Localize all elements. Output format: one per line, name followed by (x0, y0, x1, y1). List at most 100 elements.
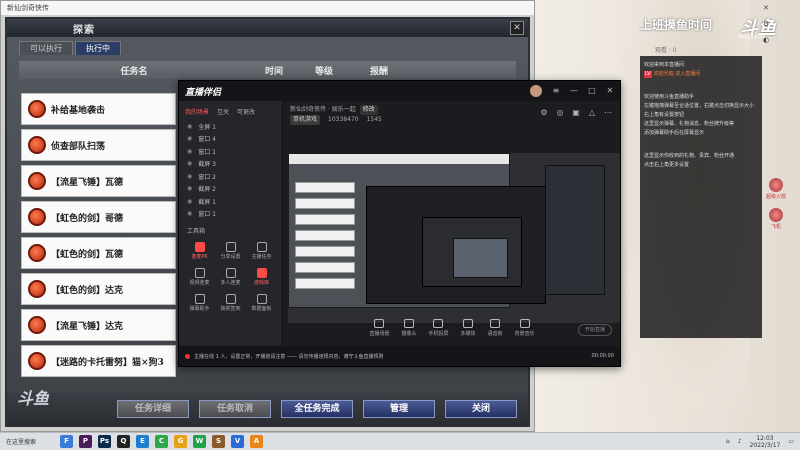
scene-item[interactable]: ◉ 截屏 2 (179, 183, 282, 196)
douyu-watermark: 斗鱼 (17, 389, 50, 408)
network-icon[interactable]: ⌂ (726, 438, 730, 445)
control-label: 语音房 (487, 331, 503, 337)
edit-room-button[interactable]: 修改 (359, 105, 378, 115)
volume-icon[interactable]: ♪ (738, 438, 742, 445)
complete-all-button[interactable]: 全任务完成 (281, 400, 353, 418)
scene-item[interactable]: ◉ 截屏 1 (179, 195, 282, 208)
minimize-icon[interactable]: — (570, 87, 578, 95)
close-button[interactable]: 关闭 (445, 400, 517, 418)
gift-label: 超级火箭 (765, 194, 786, 200)
tool-danmaku-button[interactable]: 弹幕助手 (185, 291, 214, 315)
voice-room-button[interactable]: 语音房 (488, 319, 503, 337)
task-row[interactable]: 【流星飞锤】瓦德 (21, 165, 176, 197)
taskbar-search[interactable]: 在这里搜索 (0, 437, 52, 446)
tool-game-library-button[interactable]: 游戏库 (247, 265, 276, 289)
settings-icon[interactable]: ⚙ (540, 109, 548, 117)
stream-main-area: 新仙剑奇侠传 · 娱乐一起 修改 单机游戏 10338470 1545 ⚙ ◎ ▣… (284, 101, 620, 346)
tool-tasks-button[interactable]: 主播任务 (247, 239, 276, 263)
taskbar-app-icon[interactable]: G (174, 435, 187, 448)
phone-cast-button[interactable]: 手机投屏 (428, 319, 449, 337)
monitor-icon (374, 319, 385, 328)
tool-data-button[interactable]: 数据面板 (247, 291, 276, 315)
close-icon[interactable]: ✕ (763, 4, 769, 12)
eye-icon[interactable]: ◉ (187, 148, 192, 155)
task-row[interactable]: 【虹色的剑】哥德 (21, 201, 176, 233)
close-icon[interactable]: ✕ (606, 87, 614, 95)
scene-item[interactable]: ◉ 窗口 4 (179, 133, 282, 146)
go-live-button[interactable]: 开始直播 (578, 324, 612, 336)
task-name: 【流星飞锤】瓦德 (51, 177, 124, 188)
tool-share-button[interactable]: 分享设置 (216, 239, 245, 263)
media-button[interactable]: 多媒体 (461, 319, 476, 337)
task-name: 【迷路的卡托雷努】猫×狗3 (51, 357, 164, 368)
bell-icon[interactable]: △ (588, 109, 596, 117)
eye-icon[interactable]: ◉ (187, 210, 192, 217)
task-row[interactable]: 【虹色的剑】瓦德 (21, 237, 176, 269)
scene-item[interactable]: ◉ 全屏 1 (179, 120, 282, 133)
task-name: 【虹色的剑】达克 (51, 285, 124, 296)
taskbar-app-icon[interactable]: V (231, 435, 244, 448)
taskbar-app-icon[interactable]: S (212, 435, 225, 448)
task-name: 【流星飞锤】达克 (51, 321, 124, 332)
scene-item[interactable]: ◉ 窗口 1 (179, 145, 282, 158)
eye-icon[interactable]: ◉ (187, 185, 192, 192)
taskbar-app-icon[interactable]: C (155, 435, 168, 448)
scene-item[interactable]: ◉ 截屏 3 (179, 158, 282, 171)
task-cancel-button[interactable]: 任务取消 (199, 400, 271, 418)
scene-item[interactable]: ◉ 窗口 1 (179, 208, 282, 221)
task-row[interactable]: 【迷路的卡托雷努】猫×狗3 (21, 345, 176, 377)
eye-icon[interactable]: ◉ (187, 198, 192, 205)
task-row[interactable]: 【虹色的剑】达克 (21, 273, 176, 305)
task-detail-button[interactable]: 任务详细 (117, 400, 189, 418)
task-emblem-icon (28, 244, 46, 262)
eye-icon[interactable]: ◉ (187, 123, 192, 130)
settings-icon[interactable]: ⚙ (763, 20, 769, 28)
tab-in-progress[interactable]: 执行中 (75, 41, 121, 55)
chat-line: 右上角有设置按钮 (644, 112, 685, 118)
taskbar-app-icon[interactable]: Q (117, 435, 130, 448)
taskbar-app-icon[interactable]: W (193, 435, 206, 448)
danmaku-panel[interactable]: 欢迎来到本直播间 LV 欢迎光临 进入直播间 欢迎使用斗鱼直播助手 左键拖拽弹幕至… (640, 56, 762, 338)
taskbar-app-icon[interactable]: F (60, 435, 73, 448)
eye-icon[interactable]: ◉ (187, 173, 192, 180)
stream-preview[interactable] (288, 153, 620, 323)
clock[interactable]: 12:03 2022/3/17 (750, 435, 781, 449)
taskbar-app-icon[interactable]: P (79, 435, 92, 448)
maximize-icon[interactable]: □ (588, 87, 596, 95)
tool-multi-link-button[interactable]: 多人连麦 (216, 265, 245, 289)
tab-executable[interactable]: 可以执行 (19, 41, 73, 55)
notification-icon[interactable]: ▭ (788, 438, 794, 445)
tab-my-scenes[interactable]: 我的场景 (185, 107, 209, 116)
tool-pk-button[interactable]: 连麦PK (185, 239, 214, 263)
video-icon (194, 268, 205, 278)
camera-icon[interactable]: ◎ (556, 109, 564, 117)
streaming-app-window[interactable]: 直播伴侣 ≡ — □ ✕ 我的场景 互关 可更改 ◉ 全屏 1 ◉ 窗口 4 ◉ 窗口… (178, 80, 621, 367)
tab-editable[interactable]: 可更改 (237, 107, 255, 116)
taskbar-app-icon[interactable]: E (136, 435, 149, 448)
manage-button[interactable]: 管理 (363, 400, 435, 418)
tool-lottery-button[interactable]: 抽奖签到 (216, 291, 245, 315)
scene-button[interactable]: 直播场景 (369, 319, 389, 337)
tab-mutual[interactable]: 互关 (217, 107, 229, 116)
game-window-titlebar[interactable]: 新仙剑奇侠传 (1, 1, 534, 15)
task-row[interactable]: 补给基地袭击 (21, 93, 176, 125)
taskbar-app-icon[interactable]: A (250, 435, 263, 448)
avatar[interactable] (530, 85, 542, 97)
tool-video-link-button[interactable]: 视频连麦 (185, 265, 214, 289)
lock-icon[interactable]: ◐ (763, 36, 769, 44)
menu-icon[interactable]: ≡ (552, 87, 560, 95)
close-icon[interactable]: ✕ (510, 21, 524, 35)
music-button[interactable]: 背景音乐 (515, 319, 535, 337)
scene-item[interactable]: ◉ 窗口 2 (179, 170, 282, 183)
gift-icon[interactable]: ▣ (572, 109, 580, 117)
taskbar-app-icon[interactable]: Ps (98, 435, 111, 448)
scene-label: 窗口 1 (198, 148, 216, 156)
column-header-time: 时间 (264, 66, 283, 77)
more-icon[interactable]: ⋯ (604, 109, 612, 117)
room-category[interactable]: 单机游戏 (290, 115, 321, 125)
camera-button[interactable]: 摄像头 (401, 319, 416, 337)
eye-icon[interactable]: ◉ (187, 160, 192, 167)
task-row[interactable]: 【流星飞锤】达克 (21, 309, 176, 341)
task-row[interactable]: 侦查部队扫荡 (21, 129, 176, 161)
eye-icon[interactable]: ◉ (187, 135, 192, 142)
